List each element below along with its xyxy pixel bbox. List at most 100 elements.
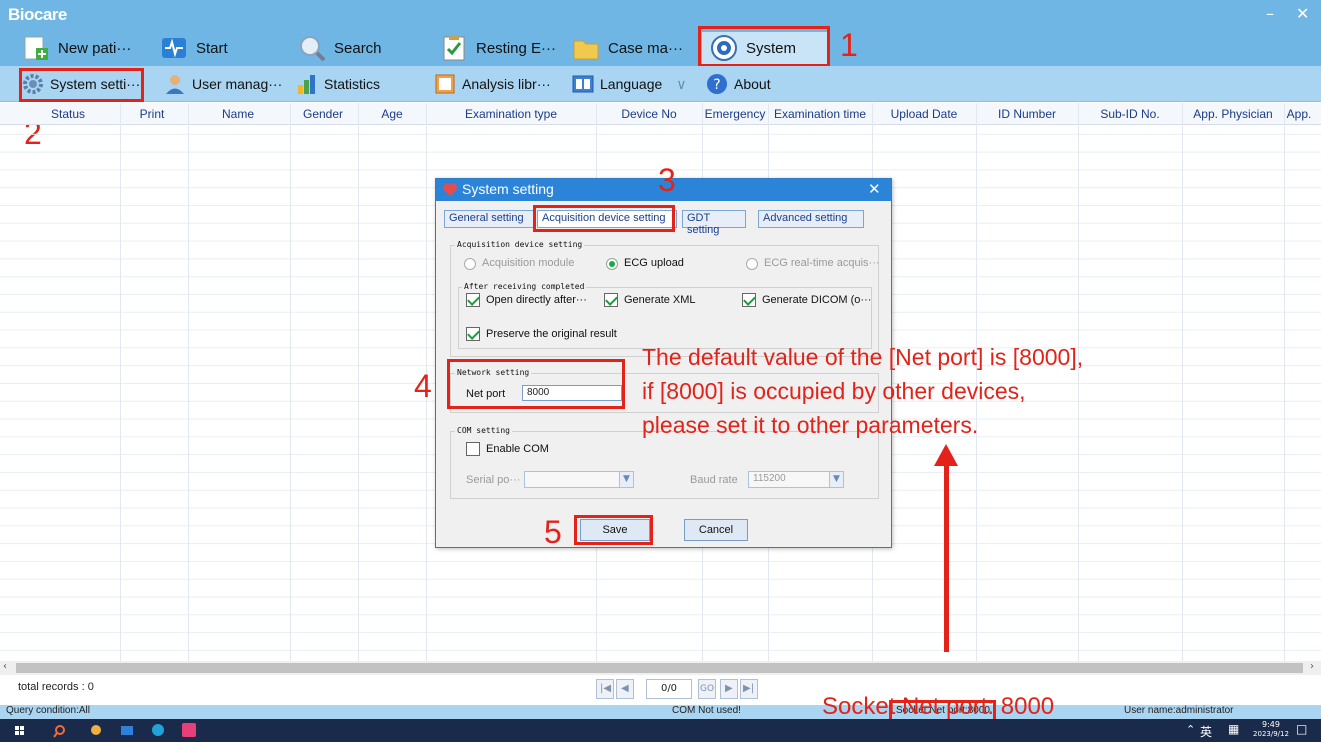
divider — [358, 103, 359, 661]
resting-ecg-button[interactable]: Resting E··· — [440, 32, 556, 64]
start-label: Start — [196, 39, 228, 57]
ime-indicator[interactable]: 英 — [1200, 723, 1212, 740]
case-management-button[interactable]: Case ma··· — [572, 32, 683, 64]
first-page-button[interactable]: |◀ — [596, 679, 614, 699]
checkbox-open-directly[interactable] — [466, 293, 480, 307]
case-management-label: Case ma··· — [608, 39, 684, 57]
tab-gdt-setting[interactable]: GDT setting — [682, 210, 746, 236]
checkbox-generate-xml[interactable] — [604, 293, 618, 307]
scrollbar-thumb[interactable] — [16, 663, 1303, 673]
divider — [188, 103, 189, 661]
language-button[interactable]: Language ∨ — [572, 71, 687, 97]
clock-time[interactable]: 9:49 — [1256, 720, 1286, 729]
divider — [1284, 103, 1285, 661]
notification-icon[interactable]: □ — [1296, 722, 1307, 736]
status-com: COM Not used! — [672, 705, 741, 716]
clock-date[interactable]: 2023/9/12 — [1246, 730, 1296, 738]
about-label: About — [734, 76, 771, 92]
radio-acquisition-module[interactable] — [464, 258, 476, 270]
radio-ecg-realtime[interactable] — [746, 258, 758, 270]
annotation-arrow — [944, 462, 949, 652]
minimize-icon[interactable]: – — [1266, 4, 1274, 23]
start-button[interactable]: Start — [160, 32, 228, 64]
checkbox-generate-dicom-label: Generate DICOM (o··· — [762, 294, 872, 306]
tab-acquisition-device-setting[interactable]: Acquisition device setting — [537, 210, 677, 228]
column-header-sub-id[interactable]: Sub-ID No. — [1078, 107, 1182, 121]
checkbox-preserve-original-label: Preserve the original result — [486, 328, 617, 340]
svg-text:?: ? — [713, 77, 720, 93]
page-indicator[interactable]: 0/0 — [646, 679, 692, 699]
user-management-label: User manag··· — [192, 76, 283, 92]
column-header-examination-time[interactable]: Examination time — [768, 107, 872, 121]
baud-rate-select[interactable]: 115200 ▼ — [748, 471, 844, 488]
socket-port-note: Socket Net port: 8000 — [822, 693, 1055, 720]
start-icon — [160, 34, 188, 62]
column-header-status[interactable]: Status — [38, 107, 98, 121]
statistics-button[interactable]: Statistics — [296, 71, 380, 97]
column-header-emergency[interactable]: Emergency — [702, 107, 768, 121]
scroll-left-icon[interactable]: ‹ — [3, 661, 7, 672]
column-header-name[interactable]: Name — [188, 107, 288, 121]
column-header-id-number[interactable]: ID Number — [976, 107, 1078, 121]
dialog-close-icon[interactable]: ✕ — [868, 180, 881, 198]
horizontal-scrollbar[interactable]: ‹ › — [0, 661, 1321, 675]
tab-general-setting[interactable]: General setting — [444, 210, 536, 228]
system-setting-button[interactable]: System setti··· — [22, 71, 140, 97]
net-port-input[interactable]: 8000 — [522, 385, 622, 401]
new-patient-icon — [22, 34, 50, 62]
serial-port-select[interactable]: ▼ — [524, 471, 634, 488]
column-header-app-physician[interactable]: App. Physician — [1182, 107, 1284, 121]
windows-taskbar: ⌃ 英 ▦ 9:49 2023/9/12 □ — [0, 719, 1321, 742]
column-header-app[interactable]: App. — [1284, 107, 1314, 121]
analysis-library-button[interactable]: Analysis libr··· — [434, 71, 551, 97]
go-button[interactable]: GO — [698, 679, 716, 699]
last-page-icon: ▶| — [743, 683, 755, 694]
column-header-examination-type[interactable]: Examination type — [426, 107, 596, 121]
system-tab[interactable]: System — [702, 32, 828, 64]
checkbox-generate-dicom[interactable] — [742, 293, 756, 307]
taskbar-icons — [15, 723, 196, 738]
checkbox-preserve-original[interactable] — [466, 327, 480, 341]
tab-advanced-setting[interactable]: Advanced setting — [758, 210, 864, 228]
user-management-button[interactable]: User manag··· — [164, 71, 282, 97]
step-number-3: 3 — [658, 162, 676, 198]
keyboard-icon[interactable]: ▦ — [1228, 722, 1239, 736]
resting-ecg-icon — [440, 34, 468, 62]
title-bar: Biocare – ✕ — [0, 0, 1321, 30]
prev-page-button[interactable]: ◀ — [616, 679, 634, 699]
analysis-library-label: Analysis libr··· — [462, 76, 551, 92]
com-group-caption: COM setting — [455, 426, 512, 435]
save-button[interactable]: Save — [580, 519, 650, 541]
cancel-button[interactable]: Cancel — [684, 519, 748, 541]
radio-ecg-upload[interactable] — [606, 258, 618, 270]
column-header-print[interactable]: Print — [120, 107, 184, 121]
new-patient-button[interactable]: New pati··· — [22, 32, 131, 64]
about-button[interactable]: ? About — [706, 71, 771, 97]
checkbox-enable-com-label: Enable COM — [486, 443, 549, 455]
annotation-note: The default value of the [Net port] is [… — [642, 340, 1083, 442]
column-header-device-no[interactable]: Device No — [596, 107, 702, 121]
status-bar: Query condition:All COM Not used! Socket… — [0, 705, 1321, 719]
scroll-right-icon[interactable]: › — [1310, 661, 1314, 672]
chevron-down-icon: ∨ — [676, 75, 687, 92]
annotation-line-1: The default value of the [Net port] is [… — [642, 344, 1084, 370]
search-button[interactable]: Search — [298, 32, 382, 64]
next-page-button[interactable]: ▶ — [720, 679, 738, 699]
user-icon — [164, 73, 186, 95]
annotation-line-2: if [8000] is occupied by other devices, — [642, 378, 1026, 404]
radio-ecg-upload-label: ECG upload — [624, 257, 684, 269]
tray-chevron-icon[interactable]: ⌃ — [1186, 723, 1195, 736]
serial-port-label: Serial po··· — [466, 474, 521, 486]
resting-ecg-label: Resting E··· — [476, 39, 557, 57]
divider — [120, 103, 121, 661]
close-icon[interactable]: ✕ — [1296, 4, 1309, 23]
heart-icon — [442, 182, 458, 202]
annotation-line-3: please set it to other parameters. — [642, 412, 979, 438]
net-port-label: Net port — [466, 388, 506, 400]
column-header-age[interactable]: Age — [358, 107, 426, 121]
last-page-button[interactable]: ▶| — [740, 679, 758, 699]
column-header-gender[interactable]: Gender — [290, 107, 356, 121]
total-records: total records : 0 — [18, 681, 94, 693]
column-header-upload-date[interactable]: Upload Date — [872, 107, 976, 121]
checkbox-enable-com[interactable] — [466, 442, 480, 456]
